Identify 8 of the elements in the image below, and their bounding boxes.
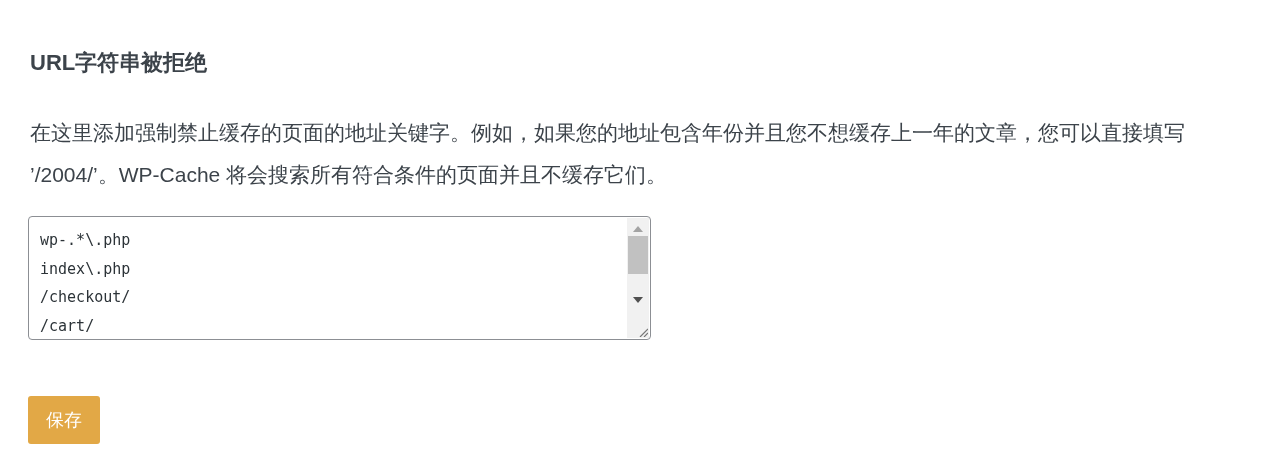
scroll-up-icon[interactable] [633,226,643,232]
input-field[interactable]: wp-.*\.php index\.php /checkout/ /cart/ [28,216,651,340]
scroll-down-icon[interactable] [633,297,643,303]
resize-grip-icon[interactable] [638,327,648,337]
scroll-thumb[interactable] [628,236,648,274]
description-text: 在这里添加强制禁止缓存的页面的地址关键字。例如，如果您的地址包含年份并且您不想缓存上一年的文章，您可以直接填写 ’/2004/’。WP-Cache 将会搜索所有符合条件的页面并且不缓存它们。 [30,120,1186,188]
scrollbar[interactable] [627,218,649,338]
section-title: URL字符串被拒绝 [30,49,209,77]
